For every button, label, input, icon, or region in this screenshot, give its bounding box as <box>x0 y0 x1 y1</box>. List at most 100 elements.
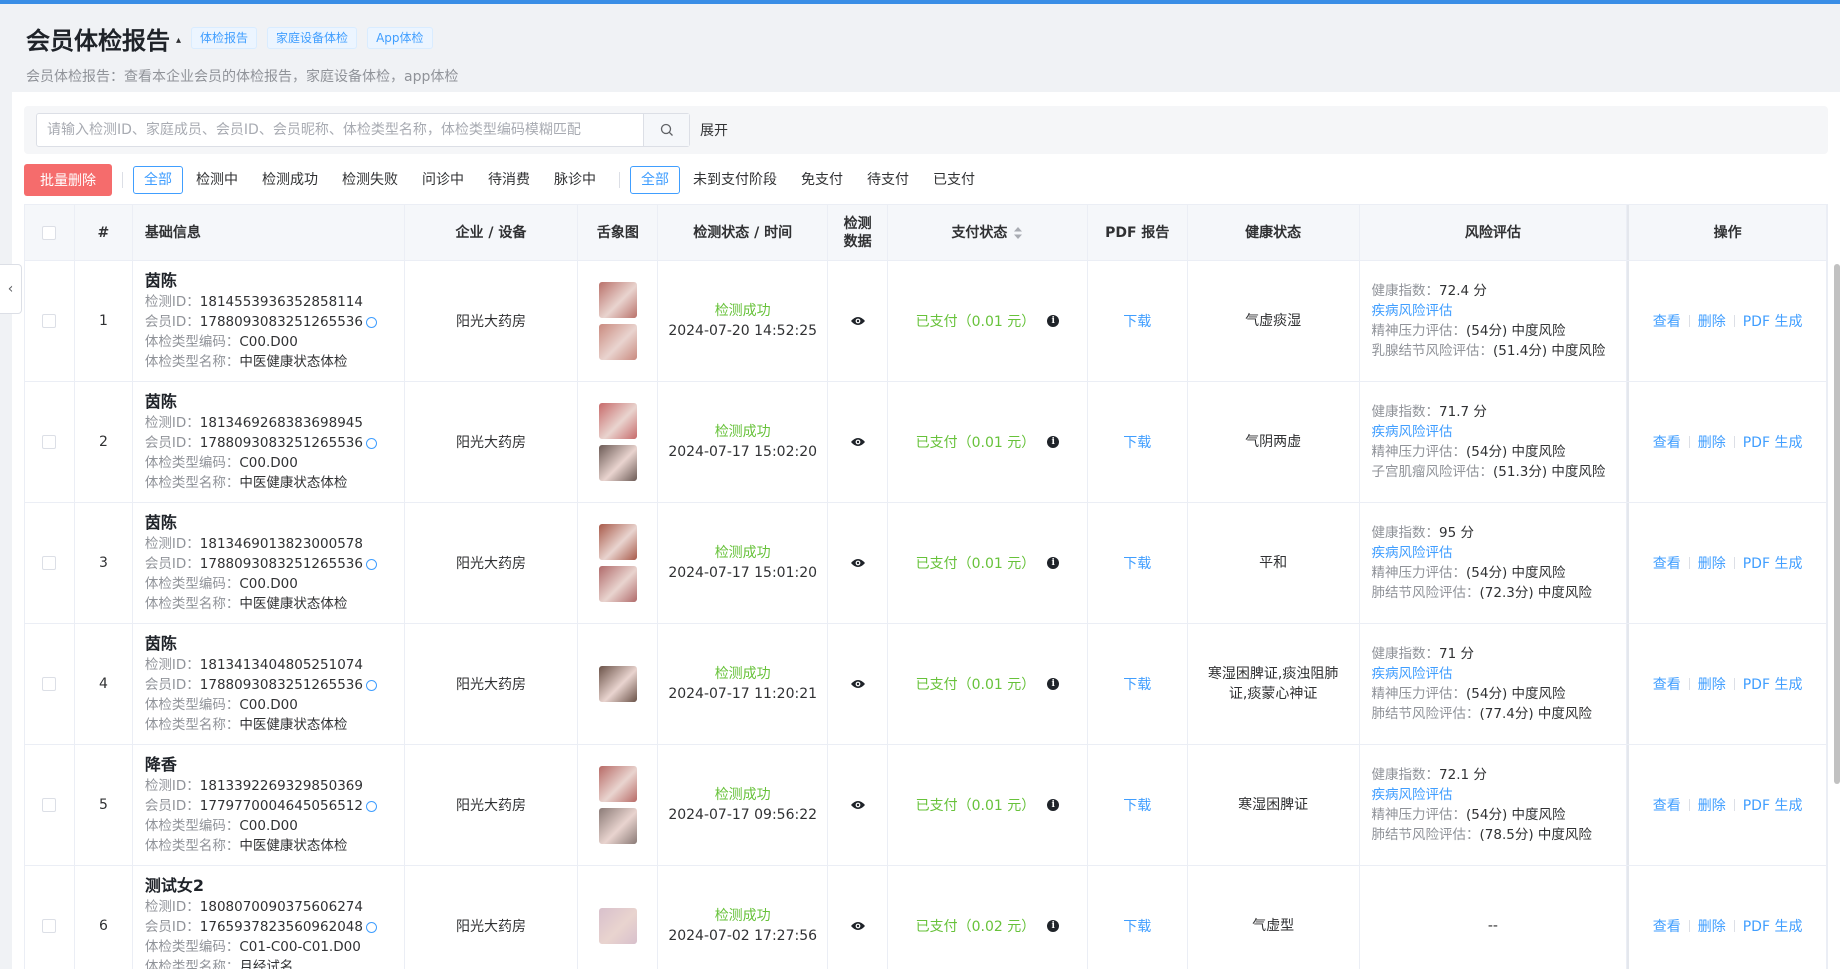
row-checkbox[interactable] <box>42 677 57 691</box>
row-checkbox[interactable] <box>42 314 57 328</box>
view-button[interactable]: 查看 <box>1653 311 1681 331</box>
tongue-image[interactable] <box>598 566 637 602</box>
search-button[interactable] <box>643 114 689 146</box>
delete-button[interactable]: 删除 <box>1698 674 1726 694</box>
disease-risk-link[interactable]: 疾病风险评估 <box>1372 664 1453 684</box>
info-icon[interactable]: i <box>1047 678 1060 690</box>
vertical-scrollbar[interactable] <box>1834 264 1840 784</box>
tongue-image[interactable] <box>598 666 637 702</box>
status-filter-detecting[interactable]: 检测中 <box>185 166 249 194</box>
sidebar-collapse-button[interactable]: ‹ <box>0 264 22 314</box>
col-pdf: PDF 报告 <box>1088 205 1188 260</box>
pdf-cell: 下载 <box>1088 261 1188 381</box>
tongue-image[interactable] <box>598 766 637 802</box>
sort-icon[interactable] <box>1013 226 1023 240</box>
view-button[interactable]: 查看 <box>1653 916 1681 936</box>
info-icon[interactable]: i <box>1047 315 1060 327</box>
disease-risk-link[interactable]: 疾病风险评估 <box>1372 785 1453 805</box>
search-member-icon[interactable] <box>365 679 377 691</box>
info-icon[interactable]: i <box>1047 920 1060 932</box>
table-row[interactable]: 6 测试女2 检测ID：1808070090375606274 会员ID：176… <box>25 866 1827 969</box>
view-button[interactable]: 查看 <box>1653 795 1681 815</box>
type-name-label: 体检类型名称： <box>144 354 240 370</box>
status-filter-all[interactable]: 全部 <box>133 166 183 194</box>
pay-filter-free[interactable]: 免支付 <box>790 166 854 194</box>
delete-button[interactable]: 删除 <box>1698 795 1726 815</box>
pay-filter-pending[interactable]: 待支付 <box>856 166 920 194</box>
batch-delete-button[interactable]: 批量删除 <box>24 164 112 196</box>
row-checkbox[interactable] <box>42 556 57 570</box>
view-button[interactable]: 查看 <box>1653 674 1681 694</box>
status-filter-consulting[interactable]: 问诊中 <box>411 166 475 194</box>
download-link[interactable]: 下载 <box>1123 916 1151 936</box>
search-member-icon[interactable] <box>365 437 377 449</box>
search-member-icon[interactable] <box>365 558 377 570</box>
download-link[interactable]: 下载 <box>1123 674 1151 694</box>
tag-app[interactable]: App体检 <box>367 27 433 49</box>
row-checkbox[interactable] <box>42 919 57 933</box>
info-icon[interactable]: i <box>1047 557 1060 569</box>
eye-icon[interactable] <box>850 557 866 569</box>
download-link[interactable]: 下载 <box>1123 432 1151 452</box>
caret-up-icon[interactable]: ▴ <box>176 35 181 46</box>
info-icon[interactable]: i <box>1047 436 1060 448</box>
eye-icon[interactable] <box>850 436 866 448</box>
search-input[interactable] <box>37 114 643 146</box>
pdf-generate-button[interactable]: PDF 生成 <box>1743 674 1803 694</box>
row-checkbox[interactable] <box>42 798 57 812</box>
tag-home-device[interactable]: 家庭设备体检 <box>267 27 358 49</box>
pay-filter-not-yet[interactable]: 未到支付阶段 <box>682 166 788 194</box>
status-filter-success[interactable]: 检测成功 <box>251 166 329 194</box>
table-row[interactable]: 3 茵陈 检测ID：1813469013823000578 会员ID：17880… <box>25 503 1827 624</box>
delete-button[interactable]: 删除 <box>1698 311 1726 331</box>
eye-icon[interactable] <box>850 678 866 690</box>
col-pay[interactable]: 支付状态 <box>888 205 1088 260</box>
status-filter-pulse[interactable]: 脉诊中 <box>543 166 607 194</box>
select-all-checkbox[interactable] <box>42 225 57 240</box>
view-button[interactable]: 查看 <box>1653 432 1681 452</box>
download-link[interactable]: 下载 <box>1123 553 1151 573</box>
table-row[interactable]: 4 茵陈 检测ID：1813413404805251074 会员ID：17880… <box>25 624 1827 745</box>
status-filter-failed[interactable]: 检测失败 <box>331 166 409 194</box>
delete-button[interactable]: 删除 <box>1698 432 1726 452</box>
table-row[interactable]: 5 降香 检测ID：1813392269329850369 会员ID：17797… <box>25 745 1827 866</box>
pdf-generate-button[interactable]: PDF 生成 <box>1743 432 1803 452</box>
tongue-image[interactable] <box>598 445 637 481</box>
status-filter-pending-consume[interactable]: 待消费 <box>477 166 541 194</box>
delete-button[interactable]: 删除 <box>1698 553 1726 573</box>
eye-icon[interactable] <box>850 315 866 327</box>
pay-filter-paid[interactable]: 已支付 <box>922 166 986 194</box>
table-row[interactable]: 1 茵陈 检测ID：1814553936352858114 会员ID：17880… <box>25 261 1827 382</box>
tongue-image[interactable] <box>598 908 637 944</box>
eye-icon[interactable] <box>850 799 866 811</box>
search-member-icon[interactable] <box>365 316 377 328</box>
separator <box>1733 799 1735 811</box>
eye-icon[interactable] <box>850 920 866 932</box>
view-button[interactable]: 查看 <box>1653 553 1681 573</box>
separator <box>1733 678 1735 690</box>
row-checkbox[interactable] <box>42 435 57 449</box>
table-body: 1 茵陈 检测ID：1814553936352858114 会员ID：17880… <box>25 261 1827 969</box>
tongue-image[interactable] <box>598 403 637 439</box>
pay-filter-all[interactable]: 全部 <box>630 166 680 194</box>
expand-button[interactable]: 展开 <box>700 120 728 140</box>
tag-report[interactable]: 体检报告 <box>191 27 258 49</box>
search-member-icon[interactable] <box>365 921 377 933</box>
download-link[interactable]: 下载 <box>1123 795 1151 815</box>
pdf-generate-button[interactable]: PDF 生成 <box>1743 795 1803 815</box>
disease-risk-link[interactable]: 疾病风险评估 <box>1372 422 1453 442</box>
pdf-generate-button[interactable]: PDF 生成 <box>1743 553 1803 573</box>
tongue-image[interactable] <box>598 282 637 318</box>
pdf-generate-button[interactable]: PDF 生成 <box>1743 311 1803 331</box>
pdf-generate-button[interactable]: PDF 生成 <box>1743 916 1803 936</box>
tongue-image[interactable] <box>598 324 637 360</box>
info-icon[interactable]: i <box>1047 799 1060 811</box>
disease-risk-link[interactable]: 疾病风险评估 <box>1372 543 1453 563</box>
tongue-image[interactable] <box>598 524 637 560</box>
tongue-image[interactable] <box>598 808 637 844</box>
download-link[interactable]: 下载 <box>1123 311 1151 331</box>
disease-risk-link[interactable]: 疾病风险评估 <box>1372 301 1453 321</box>
delete-button[interactable]: 删除 <box>1698 916 1726 936</box>
search-member-icon[interactable] <box>365 800 377 812</box>
table-row[interactable]: 2 茵陈 检测ID：1813469268383698945 会员ID：17880… <box>25 382 1827 503</box>
